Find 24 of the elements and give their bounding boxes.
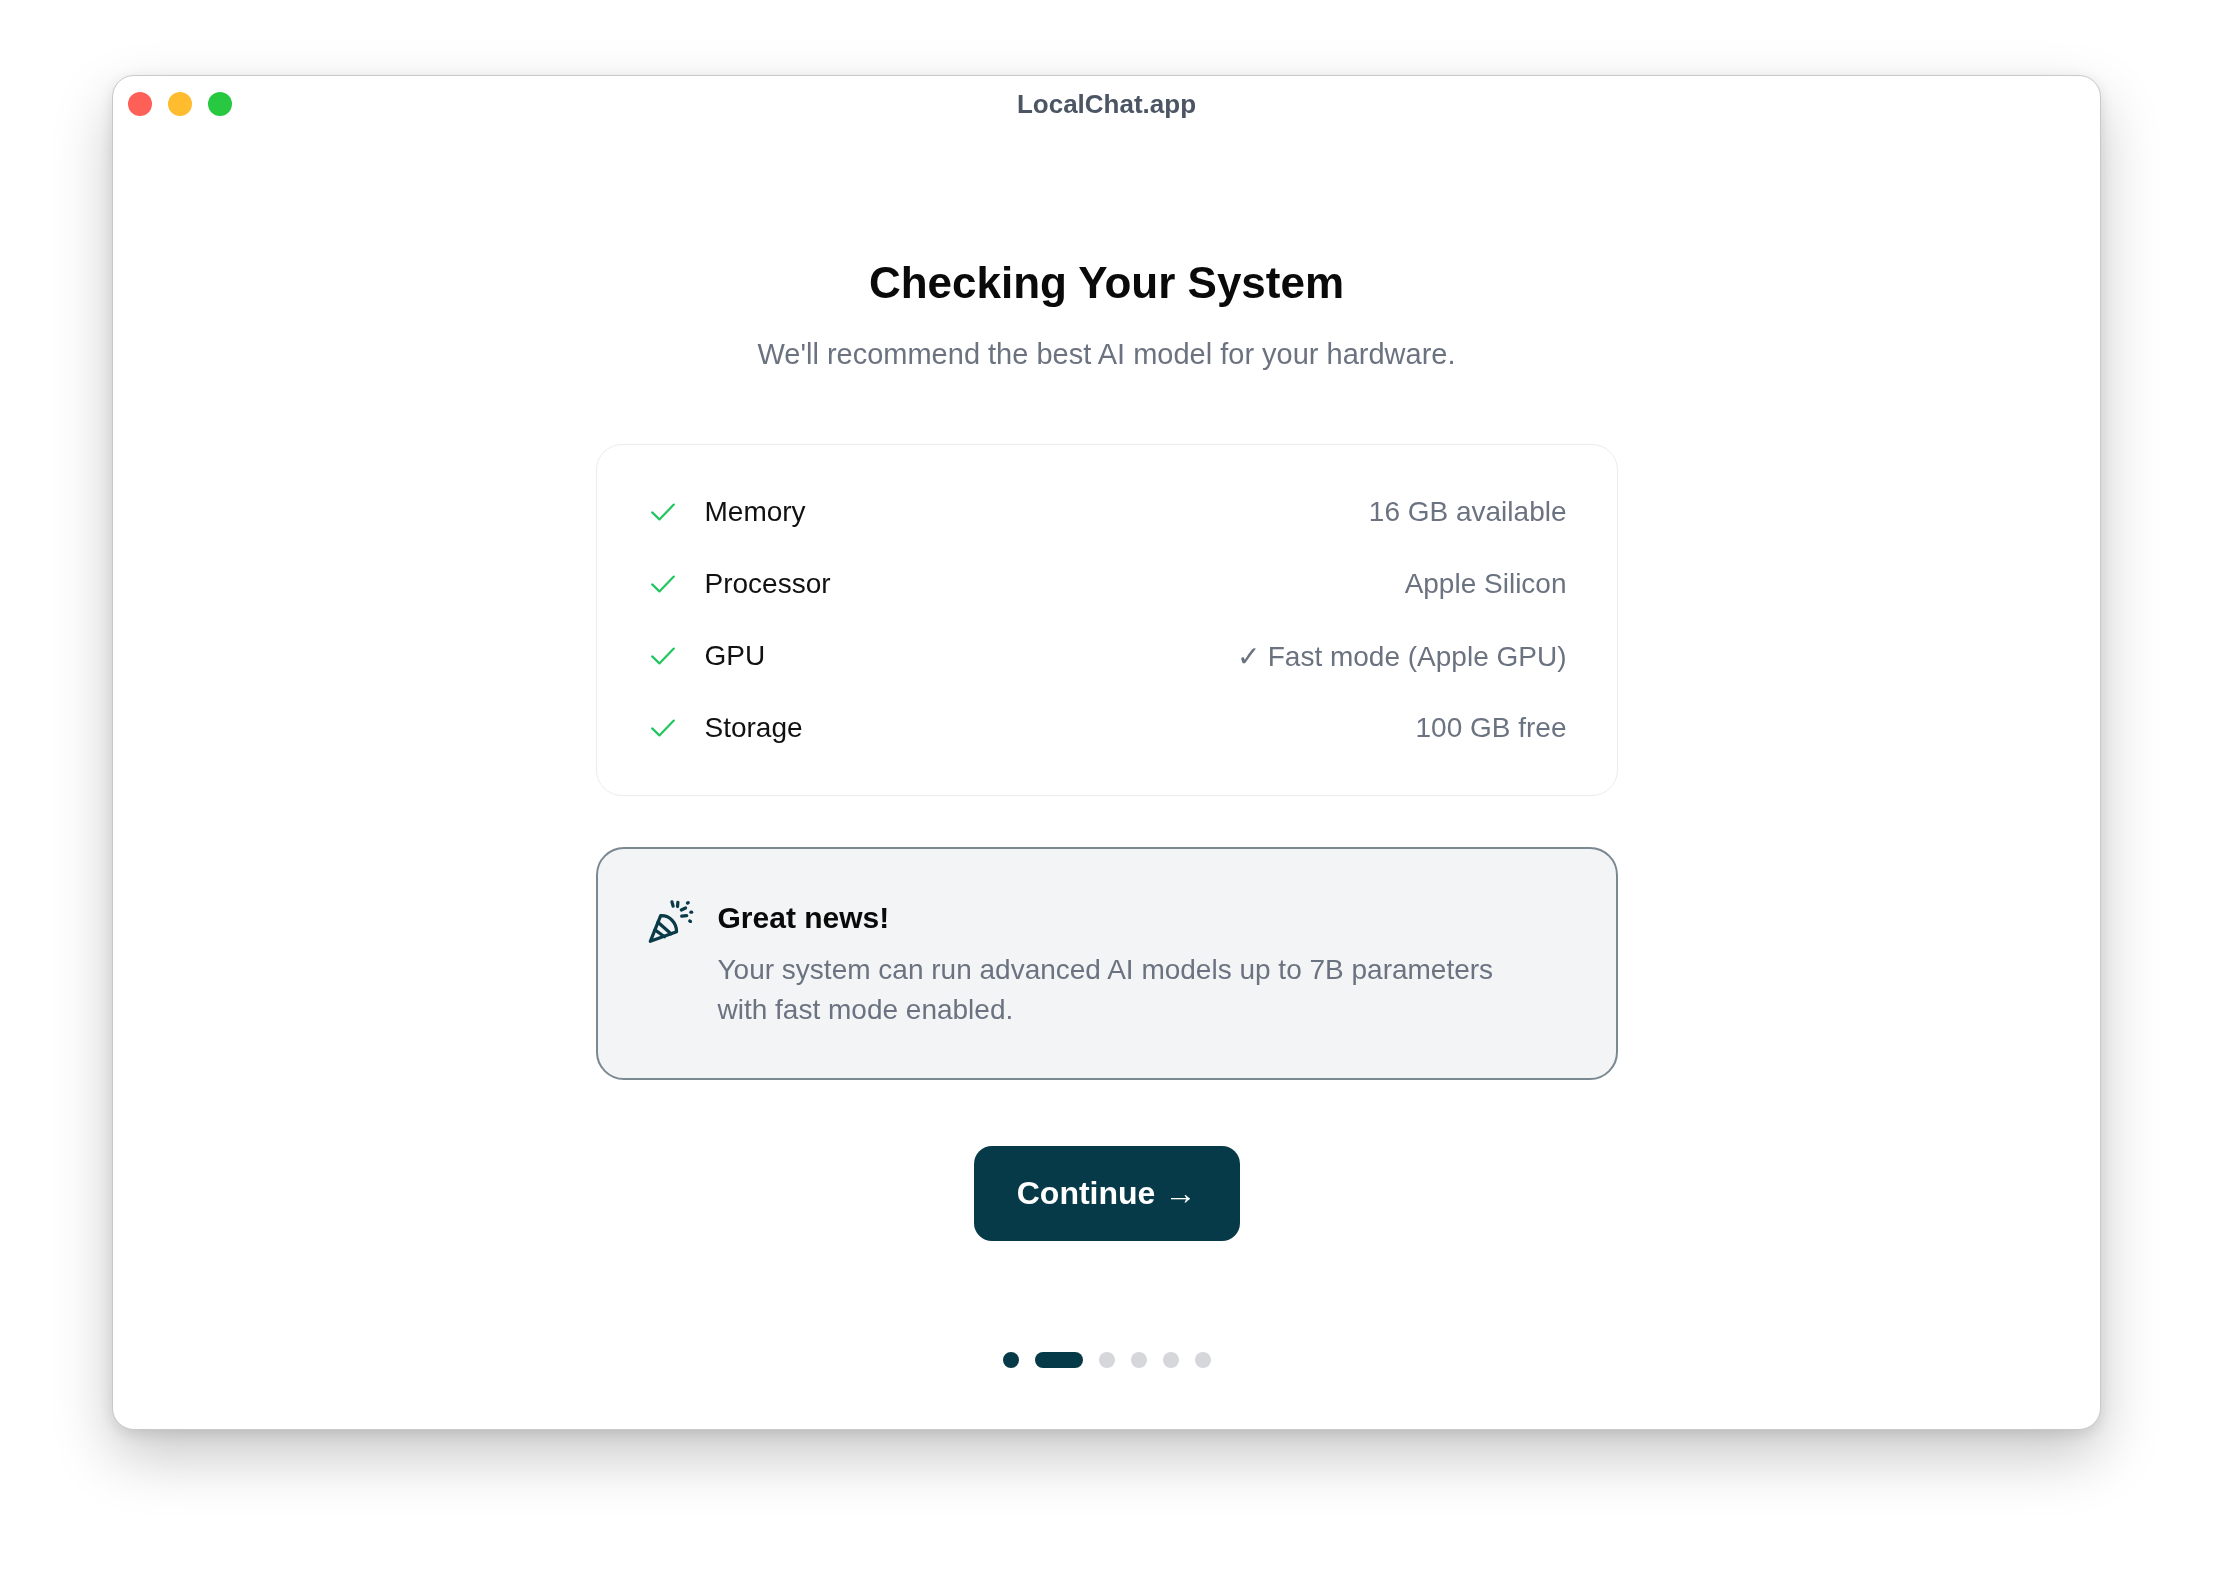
step-dot — [1002, 1352, 1019, 1368]
check-value: ✓ Fast mode (Apple GPU) — [1236, 639, 1567, 673]
page-heading: Checking Your System — [868, 257, 1345, 309]
check-label: Processor — [704, 568, 831, 600]
notice-text: Your system can run advanced AI models up to 7B parameters with fast mode enabled. — [717, 953, 1495, 1027]
party-popper-icon — [647, 900, 694, 944]
window-zoom-button[interactable] — [208, 92, 232, 116]
notice-title: Great news! — [717, 900, 891, 936]
check-label: Memory — [704, 496, 806, 528]
step-dot — [1130, 1352, 1147, 1368]
window-close-button[interactable] — [128, 92, 152, 116]
window-minimize-button[interactable] — [168, 92, 192, 116]
step-dot — [1194, 1352, 1211, 1368]
check-value: Apple Silicon — [1404, 568, 1567, 600]
check-value: 100 GB free — [1415, 712, 1567, 744]
check-label: GPU — [704, 640, 766, 672]
check-value: 16 GB available — [1368, 496, 1567, 528]
check-label: Storage — [704, 712, 803, 744]
continue-button[interactable]: Continue → — [973, 1146, 1240, 1241]
current-step-pill — [1034, 1352, 1083, 1368]
window-title: LocalChat.app — [1016, 88, 1197, 120]
page-subtitle: We'll recommend the best AI model for your hardware. — [757, 337, 1456, 372]
step-dot — [1098, 1352, 1115, 1368]
step-dot — [1162, 1352, 1179, 1368]
